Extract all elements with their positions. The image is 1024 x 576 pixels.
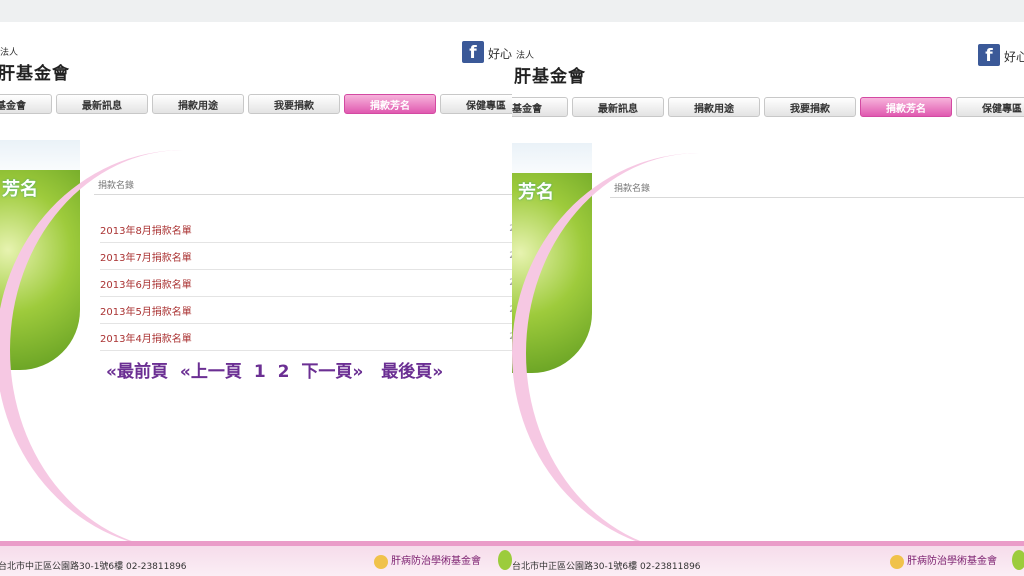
nav-tab-health[interactable]: 保健專區 — [440, 94, 512, 114]
section-divider — [610, 197, 1024, 198]
facebook-icon[interactable]: f — [978, 44, 1000, 66]
nav-tab-donate[interactable]: 我要捐款 — [764, 97, 856, 117]
nav-tab-foundation[interactable]: 基金會 — [512, 97, 568, 117]
foundation-logo-icon — [374, 554, 388, 569]
nav-tab-health[interactable]: 保健專區 — [956, 97, 1024, 117]
facebook-link-text[interactable]: 好心 — [488, 45, 512, 62]
logo-subtitle: 法人 — [0, 48, 19, 58]
footer-logo[interactable]: 肝病防治學術基金會 — [374, 552, 481, 569]
footer-logo-name: 肝病防治學術基金會 — [391, 556, 481, 567]
donor-list-link[interactable]: 2013年8月捐款名單 — [100, 222, 192, 237]
sidebar-title: 芳名 — [518, 182, 554, 203]
list-item: 2013年7月捐款名單 2 — [100, 243, 512, 270]
footer-logo-name: 肝病防治學術基金會 — [907, 556, 997, 567]
top-bar — [0, 0, 512, 22]
nav-tab-donor-list[interactable]: 捐款芳名 — [344, 94, 436, 114]
logo-title[interactable]: 肝基金會 — [514, 62, 586, 87]
nav-tab-news[interactable]: 最新訊息 — [572, 97, 664, 117]
nav-tab-foundation[interactable]: 基金會 — [0, 94, 52, 114]
main-nav: 基金會 最新訊息 捐款用途 我要捐款 捐款芳名 保健專區 — [0, 94, 512, 114]
right-screenshot-pane: 法人 肝基金會 f 好心 基金會 最新訊息 捐款用途 我要捐款 捐款芳名 保健專… — [512, 0, 1024, 576]
pager-first[interactable]: «最前頁 — [106, 362, 168, 382]
list-item: 2013年8月捐款名單 2 — [100, 216, 512, 243]
pager-page-1[interactable]: 1 — [254, 362, 266, 382]
section-title: 捐款名錄 — [614, 184, 651, 194]
sidebar-pink-arc — [512, 153, 886, 553]
footer-address: 台北市中正區公園路30-1號6樓 02-23811896 — [0, 562, 187, 572]
nav-tab-donation-use[interactable]: 捐款用途 — [152, 94, 244, 114]
donor-list: 2013年8月捐款名單 2 2013年7月捐款名單 2 2013年6月捐款名單 … — [100, 216, 512, 351]
donor-list-link[interactable]: 2013年4月捐款名單 — [100, 330, 192, 345]
logo-subtitle: 法人 — [516, 51, 535, 61]
sidebar-title: 芳名 — [2, 179, 38, 200]
section-divider — [94, 194, 512, 195]
left-screenshot-pane: 法人 肝基金會 f 好心 基金會 最新訊息 捐款用途 我要捐款 捐款芳名 保健專… — [0, 0, 512, 576]
nav-tab-donation-use[interactable]: 捐款用途 — [668, 97, 760, 117]
top-bar — [512, 0, 1024, 22]
facebook-link-text[interactable]: 好心 — [1004, 48, 1024, 65]
section-title: 捐款名錄 — [98, 181, 135, 191]
pager-prev[interactable]: «上一頁 — [180, 362, 242, 382]
nav-tab-news[interactable]: 最新訊息 — [56, 94, 148, 114]
list-item: 2013年5月捐款名單 2 — [100, 297, 512, 324]
donor-list-link[interactable]: 2013年7月捐款名單 — [100, 249, 192, 264]
footer-logo[interactable]: 肝病防治學術基金會 — [890, 552, 997, 569]
nav-tab-donate[interactable]: 我要捐款 — [248, 94, 340, 114]
pager-page-2[interactable]: 2 — [278, 362, 290, 382]
leaf-icon — [1012, 550, 1024, 570]
list-item: 2013年4月捐款名單 2 — [100, 324, 512, 351]
list-item: 2013年6月捐款名單 2 — [100, 270, 512, 297]
nav-tab-donor-list[interactable]: 捐款芳名 — [860, 97, 952, 117]
donor-list-link[interactable]: 2013年5月捐款名單 — [100, 303, 192, 318]
leaf-icon — [498, 550, 512, 570]
main-nav: 基金會 最新訊息 捐款用途 我要捐款 捐款芳名 保健專區 — [512, 97, 1024, 117]
pagination: «最前頁 «上一頁 1 2 下一頁» 最後頁» — [106, 357, 443, 382]
pager-next[interactable]: 下一頁» — [301, 362, 363, 382]
pager-last[interactable]: 最後頁» — [381, 362, 443, 382]
foundation-logo-icon — [890, 554, 904, 569]
facebook-icon[interactable]: f — [462, 41, 484, 63]
footer-address: 台北市中正區公園路30-1號6樓 02-23811896 — [512, 562, 701, 572]
donor-list-link[interactable]: 2013年6月捐款名單 — [100, 276, 192, 291]
logo-title[interactable]: 肝基金會 — [0, 59, 70, 84]
